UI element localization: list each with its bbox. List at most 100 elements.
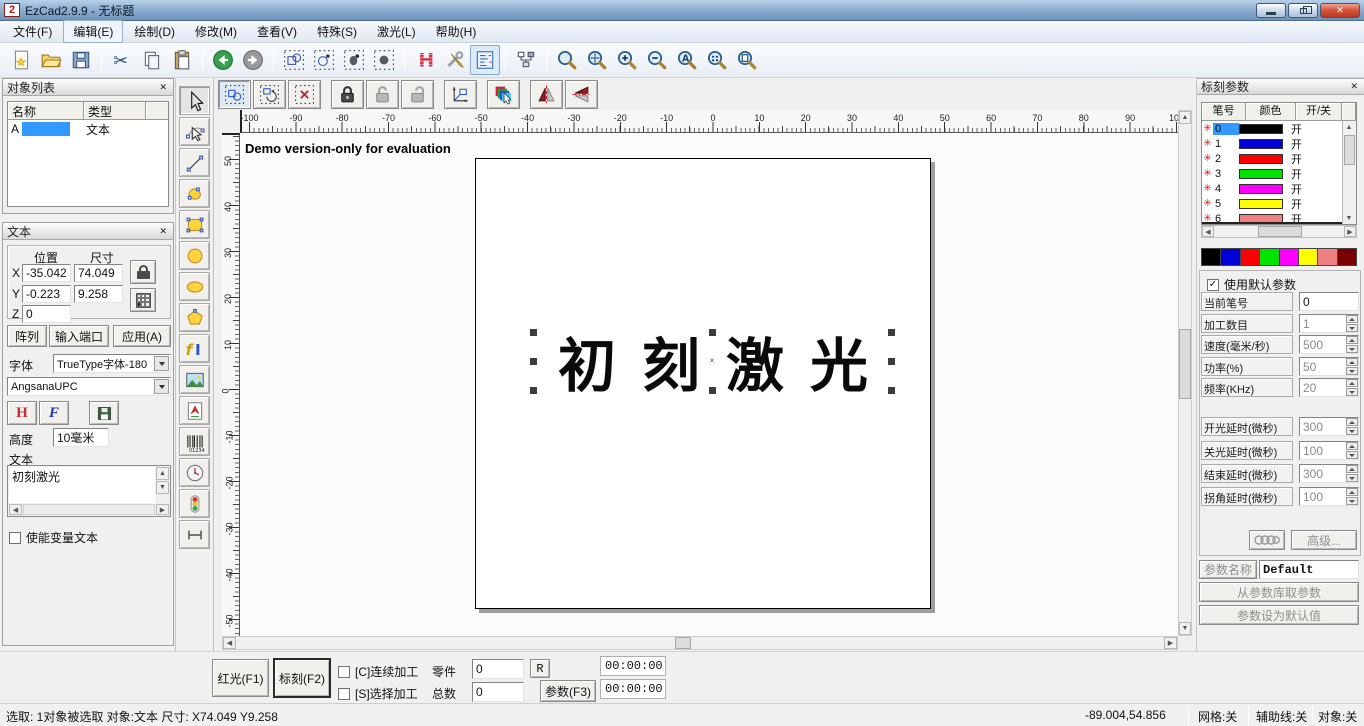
zoom-pan-button[interactable] [582, 45, 612, 75]
redo-button[interactable] [238, 45, 268, 75]
set-default-button[interactable]: 参数设为默认值 [1199, 605, 1359, 625]
scroll-right-icon[interactable]: ▶ [1164, 637, 1177, 649]
x-size-field[interactable]: 74.049 [74, 264, 123, 282]
z-position-field[interactable]: 0 [22, 305, 71, 323]
undo-button[interactable] [208, 45, 238, 75]
enable-variable-row[interactable]: 使能变量文本 [9, 529, 98, 546]
pen-row-2[interactable]: ✳2开 [1202, 151, 1342, 166]
menu-item-7[interactable]: 激光(L) [368, 21, 425, 42]
hscroll-thumb[interactable] [675, 637, 691, 649]
text-content-value[interactable]: 初刻激光 [9, 467, 155, 503]
scroll-left-icon[interactable]: ◀ [9, 504, 22, 515]
paste-button[interactable] [167, 45, 197, 75]
close-button[interactable]: ✕ [1320, 3, 1360, 18]
scroll-right-icon[interactable]: ▶ [1344, 226, 1356, 237]
spinner[interactable] [1346, 379, 1358, 396]
zoom-window-button[interactable] [552, 45, 582, 75]
draw-tool-text-button[interactable]: fI [179, 334, 210, 363]
select-mark-row[interactable]: [S]选择加工 [338, 685, 418, 702]
spinner[interactable] [1346, 488, 1358, 505]
pen-row-5[interactable]: ✳5开 [1202, 196, 1342, 211]
hatch-text-button[interactable]: H [7, 401, 37, 425]
menu-item-4[interactable]: 修改(M) [186, 21, 246, 42]
draw-tool-bitmap-button[interactable] [179, 365, 210, 394]
selection-handle[interactable] [530, 387, 537, 394]
pen-table-vscrollbar[interactable]: ▲ ▼ [1342, 121, 1356, 224]
open-button[interactable] [36, 45, 66, 75]
selection-handle[interactable] [530, 329, 537, 336]
draw-tool-select-button[interactable] [179, 86, 210, 115]
advanced-button[interactable]: 高级... [1291, 530, 1357, 550]
node-delete-button[interactable] [339, 45, 369, 75]
chevron-down-icon[interactable] [154, 356, 169, 371]
save-button[interactable] [66, 45, 96, 75]
canvas-hscrollbar[interactable]: ◀ ▶ [222, 636, 1178, 650]
zoom-page-button[interactable] [732, 45, 762, 75]
node-add-button[interactable] [309, 45, 339, 75]
anchor-grid-button[interactable] [130, 288, 156, 312]
mirror-horizontal-button[interactable] [530, 80, 563, 109]
draw-tool-polygon-button[interactable] [179, 303, 210, 332]
pen-row-6[interactable]: ✳6开 [1202, 211, 1342, 224]
pen-row-1[interactable]: ✳1开 [1202, 136, 1342, 151]
pen-column-header[interactable]: 笔号 [1202, 103, 1246, 121]
use-default-row[interactable]: ✓ 使用默认参数 [1207, 276, 1296, 293]
move-to-origin-button[interactable] [444, 80, 477, 109]
pen-table-hscrollbar[interactable]: ◀ ▶ [1201, 225, 1357, 238]
height-field[interactable]: 10毫米 [53, 428, 109, 447]
color-swatch[interactable] [1318, 248, 1337, 266]
column-header-type[interactable]: 类型 [84, 102, 146, 120]
total-count-field[interactable]: 0 [472, 682, 524, 702]
spinner[interactable] [1346, 358, 1358, 375]
pen-row-3[interactable]: ✳3开 [1202, 166, 1342, 181]
zoom-all-button[interactable]: A [672, 45, 702, 75]
draw-tool-line-button[interactable] [179, 148, 210, 177]
menu-item-1[interactable]: 文件(F) [4, 21, 61, 42]
draw-tool-rectangle-button[interactable] [179, 210, 210, 239]
continuous-checkbox[interactable] [338, 666, 350, 678]
zoom-in-button[interactable] [612, 45, 642, 75]
cut-button[interactable]: ✂ [107, 45, 137, 75]
unlock-all-button[interactable] [401, 80, 434, 109]
font-type-dropdown[interactable]: TrueType字体-180 [53, 354, 171, 373]
chevron-down-icon[interactable] [154, 379, 169, 394]
minimize-button[interactable] [1256, 3, 1286, 18]
use-default-checkbox[interactable]: ✓ [1207, 279, 1219, 291]
node-fill-button[interactable] [369, 45, 399, 75]
drawing-viewport[interactable]: Demo version-only for evaluation 初刻激光 × [240, 133, 1178, 636]
array-button[interactable]: 阵列 [7, 325, 47, 347]
param-name-button[interactable]: 参数名称 [1199, 560, 1257, 579]
scroll-up-icon[interactable]: ▲ [1343, 121, 1355, 133]
zoom-out-button[interactable] [642, 45, 672, 75]
param-f3-button[interactable]: 参数(F3) [540, 680, 596, 702]
node-select-button[interactable] [279, 45, 309, 75]
scroll-right-icon[interactable]: ▶ [156, 504, 169, 515]
mark-button[interactable]: 标刻(F2) [273, 658, 331, 698]
grid-status[interactable]: 网格:关 [1198, 708, 1237, 725]
selection-handle[interactable] [888, 358, 895, 365]
scroll-up-icon[interactable]: ▲ [156, 467, 169, 480]
color-swatch[interactable] [1201, 248, 1221, 266]
selection-handle[interactable] [888, 387, 895, 394]
pen-hscroll-thumb[interactable] [1258, 226, 1302, 237]
scroll-down-icon[interactable]: ▼ [1343, 212, 1355, 224]
part-count-field[interactable]: 0 [472, 659, 524, 679]
pen-row-0[interactable]: ✳0开 [1202, 121, 1342, 136]
zoom-objects-button[interactable] [702, 45, 732, 75]
pen-column-header[interactable]: 开/关 [1296, 103, 1342, 121]
scroll-down-icon[interactable]: ▼ [156, 481, 169, 494]
draw-tool-curve-button[interactable] [179, 179, 210, 208]
color-swatch[interactable] [1299, 248, 1318, 266]
draw-tool-clock-button[interactable] [179, 458, 210, 487]
current-pen-field[interactable]: 0 [1299, 292, 1359, 311]
selection-handle[interactable] [709, 387, 716, 394]
red-light-button[interactable]: 红光(F1) [212, 659, 269, 697]
continuous-mark-row[interactable]: [C]连续加工 [338, 663, 418, 680]
draw-tool-barcode-button[interactable]: 01234 [179, 427, 210, 456]
io-window-button[interactable] [511, 45, 541, 75]
scroll-left-icon[interactable]: ◀ [1202, 226, 1214, 237]
menu-item-2[interactable]: 编辑(E) [63, 20, 123, 43]
restore-button[interactable] [1288, 3, 1318, 18]
canvas-vscrollbar[interactable]: ▲ ▼ [1178, 110, 1192, 636]
selection-handle[interactable] [709, 329, 716, 336]
